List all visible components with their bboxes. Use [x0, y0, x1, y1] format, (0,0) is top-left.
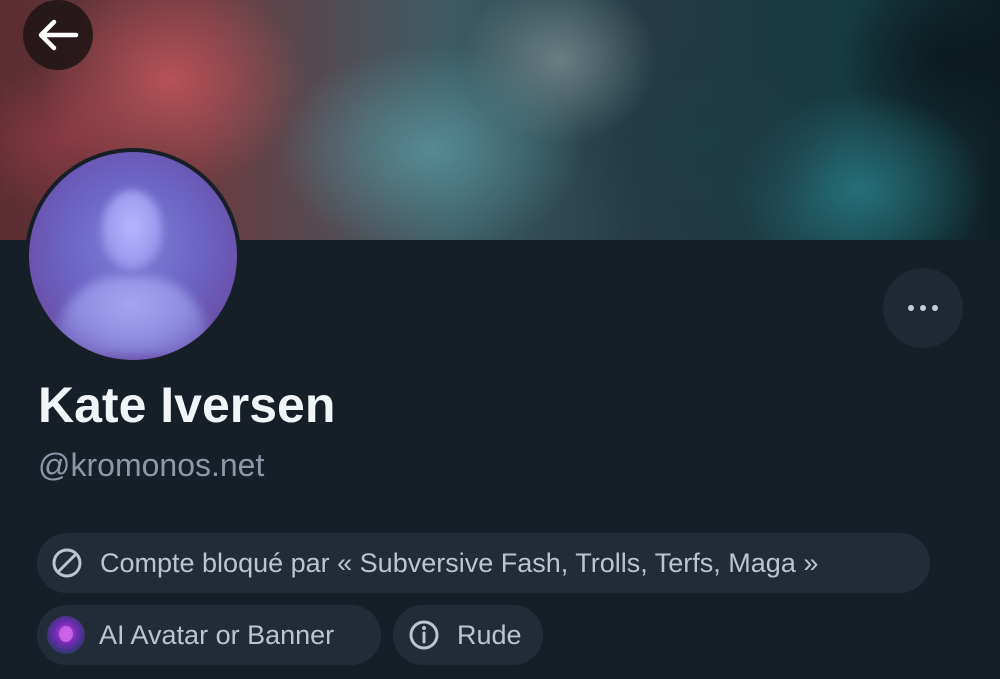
more-options-button[interactable] — [883, 268, 963, 348]
display-name: Kate Iversen — [38, 377, 336, 433]
ellipsis-icon — [908, 305, 914, 311]
rude-label[interactable]: Rude — [393, 605, 543, 665]
profile-screen: Kate Iversen @kromonos.net Compte bloqué… — [0, 0, 1000, 679]
avatar-body-shape — [57, 276, 207, 356]
ellipsis-icon-dot — [932, 305, 938, 311]
ellipsis-icon-dot — [920, 305, 926, 311]
rude-label-text: Rude — [457, 620, 522, 650]
ai-avatar-label[interactable]: AI Avatar or Banner — [37, 605, 381, 665]
blocked-by-list-text: Compte bloqué par « Subversive Fash, Tro… — [100, 548, 819, 578]
block-icon — [52, 548, 82, 578]
labeler-avatar — [47, 616, 85, 654]
avatar-head-shape — [101, 190, 163, 270]
info-icon — [409, 620, 439, 650]
avatar-border — [25, 148, 241, 364]
arrow-left-icon — [38, 19, 79, 51]
profile-handle: @kromonos.net — [38, 447, 265, 483]
blocked-by-list-label[interactable]: Compte bloqué par « Subversive Fash, Tro… — [37, 533, 930, 593]
back-button[interactable] — [23, 0, 93, 70]
avatar[interactable] — [29, 152, 237, 360]
ai-avatar-label-text: AI Avatar or Banner — [99, 620, 335, 650]
